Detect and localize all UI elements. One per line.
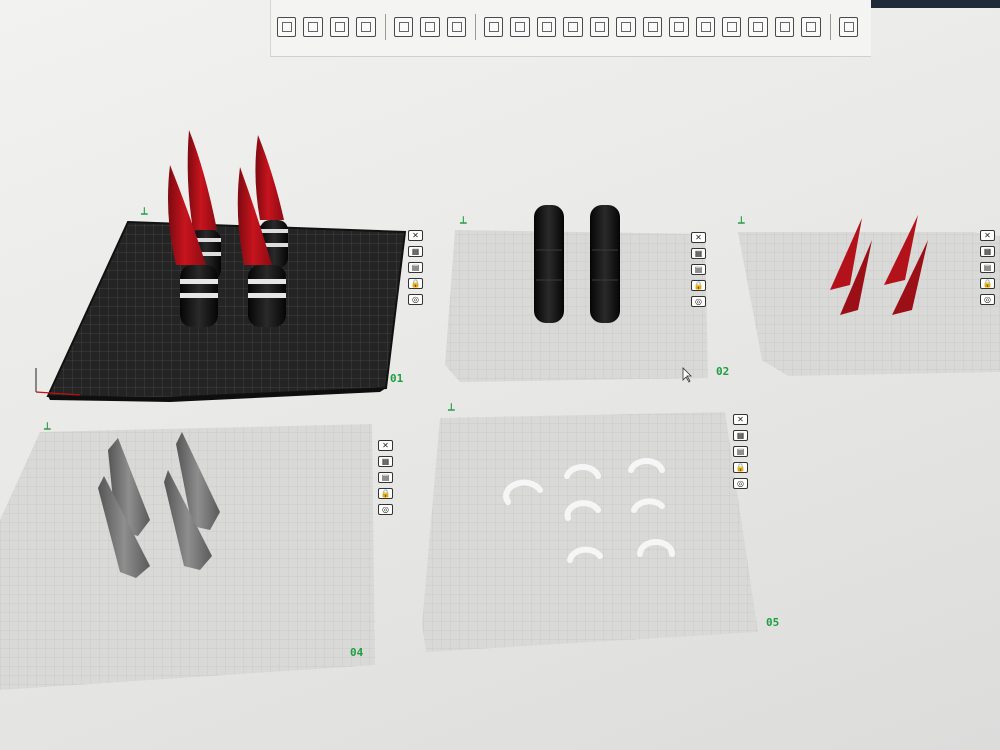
plate-1-icons: ✕ ▦ ▤ 🔒 ◎ bbox=[408, 230, 423, 310]
plate-5-icons: ✕ ▦ ▤ 🔒 ◎ bbox=[733, 414, 748, 494]
arrange-plate-icon[interactable]: ▦ bbox=[733, 430, 748, 441]
plate-4-orient-mark: ⟂ bbox=[44, 421, 51, 432]
plate-settings-icon[interactable]: ▤ bbox=[691, 264, 706, 275]
plate-2-bed[interactable] bbox=[445, 230, 708, 382]
delete-plate-icon[interactable]: ✕ bbox=[378, 440, 393, 451]
arrange-plate-icon[interactable]: ▦ bbox=[408, 246, 423, 257]
plate-settings-icon[interactable]: ▤ bbox=[980, 262, 995, 273]
plate-1-bed[interactable] bbox=[46, 220, 407, 400]
plate-settings-icon[interactable]: ▤ bbox=[378, 472, 393, 483]
delete-plate-icon[interactable]: ✕ bbox=[980, 230, 995, 241]
plate-4-label: 04 bbox=[350, 646, 364, 659]
view-plate-icon[interactable]: ◎ bbox=[378, 504, 393, 515]
plates-viewport[interactable] bbox=[0, 0, 1000, 750]
lock-plate-icon[interactable]: 🔒 bbox=[691, 280, 706, 291]
delete-plate-icon[interactable]: ✕ bbox=[733, 414, 748, 425]
plate-settings-icon[interactable]: ▤ bbox=[733, 446, 748, 457]
lock-plate-icon[interactable]: 🔒 bbox=[378, 488, 393, 499]
plate-3[interactable] bbox=[738, 215, 1000, 376]
plate-4-icons: ✕ ▦ ▤ 🔒 ◎ bbox=[378, 440, 393, 520]
delete-plate-icon[interactable]: ✕ bbox=[408, 230, 423, 241]
arrange-plate-icon[interactable]: ▦ bbox=[691, 248, 706, 259]
plate-2-orient-mark: ⟂ bbox=[460, 215, 467, 226]
view-plate-icon[interactable]: ◎ bbox=[980, 294, 995, 305]
plate-2[interactable] bbox=[445, 205, 708, 382]
plate-1-label: 01 bbox=[390, 372, 404, 385]
plate-5[interactable] bbox=[422, 412, 758, 652]
lock-plate-icon[interactable]: 🔒 bbox=[733, 462, 748, 473]
plate-5-orient-mark: ⟂ bbox=[448, 402, 455, 413]
view-plate-icon[interactable]: ◎ bbox=[691, 296, 706, 307]
plate-2-icons: ✕ ▦ ▤ 🔒 ◎ bbox=[691, 232, 706, 312]
plate-5-label: 05 bbox=[766, 616, 780, 629]
lock-plate-icon[interactable]: 🔒 bbox=[980, 278, 995, 289]
lock-plate-icon[interactable]: 🔒 bbox=[408, 278, 423, 289]
plate-3-orient-mark: ⟂ bbox=[738, 215, 745, 226]
plate-4[interactable] bbox=[0, 424, 375, 690]
arrange-plate-icon[interactable]: ▦ bbox=[980, 246, 995, 257]
plate-1[interactable] bbox=[35, 130, 407, 402]
view-plate-icon[interactable]: ◎ bbox=[733, 478, 748, 489]
arrange-plate-icon[interactable]: ▦ bbox=[378, 456, 393, 467]
delete-plate-icon[interactable]: ✕ bbox=[691, 232, 706, 243]
plate-3-icons: ✕ ▦ ▤ 🔒 ◎ bbox=[980, 230, 995, 310]
view-plate-icon[interactable]: ◎ bbox=[408, 294, 423, 305]
plate-settings-icon[interactable]: ▤ bbox=[408, 262, 423, 273]
plate-2-label: 02 bbox=[716, 365, 730, 378]
plate-1-orient-mark: ⟂ bbox=[141, 206, 148, 217]
plate-5-bed[interactable] bbox=[422, 412, 758, 652]
